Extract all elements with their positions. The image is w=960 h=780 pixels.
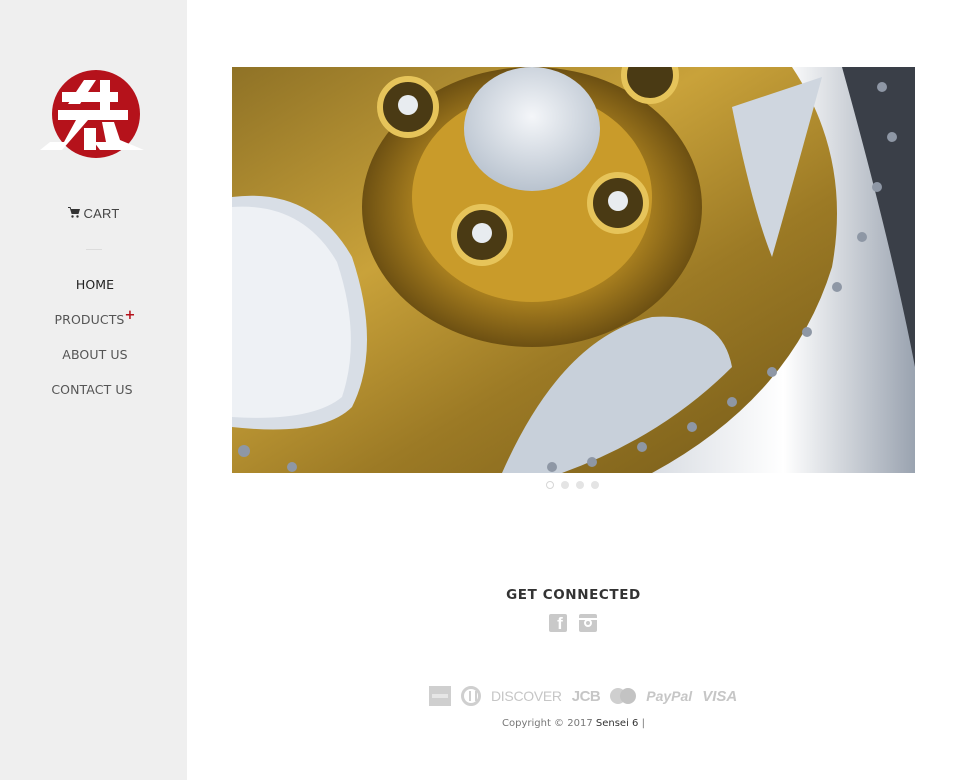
nav-label: HOME xyxy=(75,277,115,292)
slide-dot-1[interactable] xyxy=(546,481,554,489)
nav-item-home[interactable]: HOME xyxy=(0,277,190,292)
brand-link[interactable]: Sensei 6 xyxy=(596,718,639,729)
sidebar: CART HOME PRODUCTS+ ABOUT US CONTACT US xyxy=(0,0,187,780)
discover-icon: DISCOVER xyxy=(491,688,562,704)
cart-label: CART xyxy=(83,206,120,221)
sidebar-divider xyxy=(86,249,102,250)
jcb-icon: JCB xyxy=(571,687,601,705)
nav-item-about-us[interactable]: ABOUT US xyxy=(0,347,190,362)
slide-dot-4[interactable] xyxy=(591,481,599,489)
visa-icon: VISA xyxy=(702,687,738,705)
slide-dot-3[interactable] xyxy=(576,481,584,489)
nav-label: PRODUCTS xyxy=(54,312,125,327)
instagram-icon[interactable] xyxy=(579,614,597,632)
amex-icon xyxy=(429,686,451,706)
nav-item-contact-us[interactable]: CONTACT US xyxy=(0,382,187,397)
nav-item-products[interactable]: PRODUCTS+ xyxy=(0,308,190,328)
cart-icon xyxy=(67,206,80,221)
social-links: f xyxy=(549,614,597,632)
nav-label: CONTACT US xyxy=(51,382,133,397)
slide-image xyxy=(232,67,915,473)
submenu-plus-icon[interactable]: + xyxy=(124,308,135,323)
social-heading: GET CONNECTED xyxy=(506,587,641,603)
diners-icon xyxy=(461,686,481,706)
mastercard-icon xyxy=(610,688,637,704)
payment-icons: DISCOVER JCB PayPal VISA xyxy=(429,686,737,706)
cart-link[interactable]: CART xyxy=(0,206,187,221)
copyright-separator: | xyxy=(641,718,645,729)
facebook-icon[interactable]: f xyxy=(549,614,567,632)
paypal-icon: PayPal xyxy=(646,688,693,704)
store-logo[interactable] xyxy=(40,70,144,160)
nav-label: ABOUT US xyxy=(62,347,128,362)
slideshow-pagination xyxy=(546,481,599,489)
hero-slideshow[interactable] xyxy=(232,67,915,473)
slide-dot-2[interactable] xyxy=(561,481,569,489)
copyright-text: Copyright © 2017 xyxy=(502,718,593,729)
copyright: Copyright © 2017 Sensei 6 | xyxy=(187,718,960,729)
